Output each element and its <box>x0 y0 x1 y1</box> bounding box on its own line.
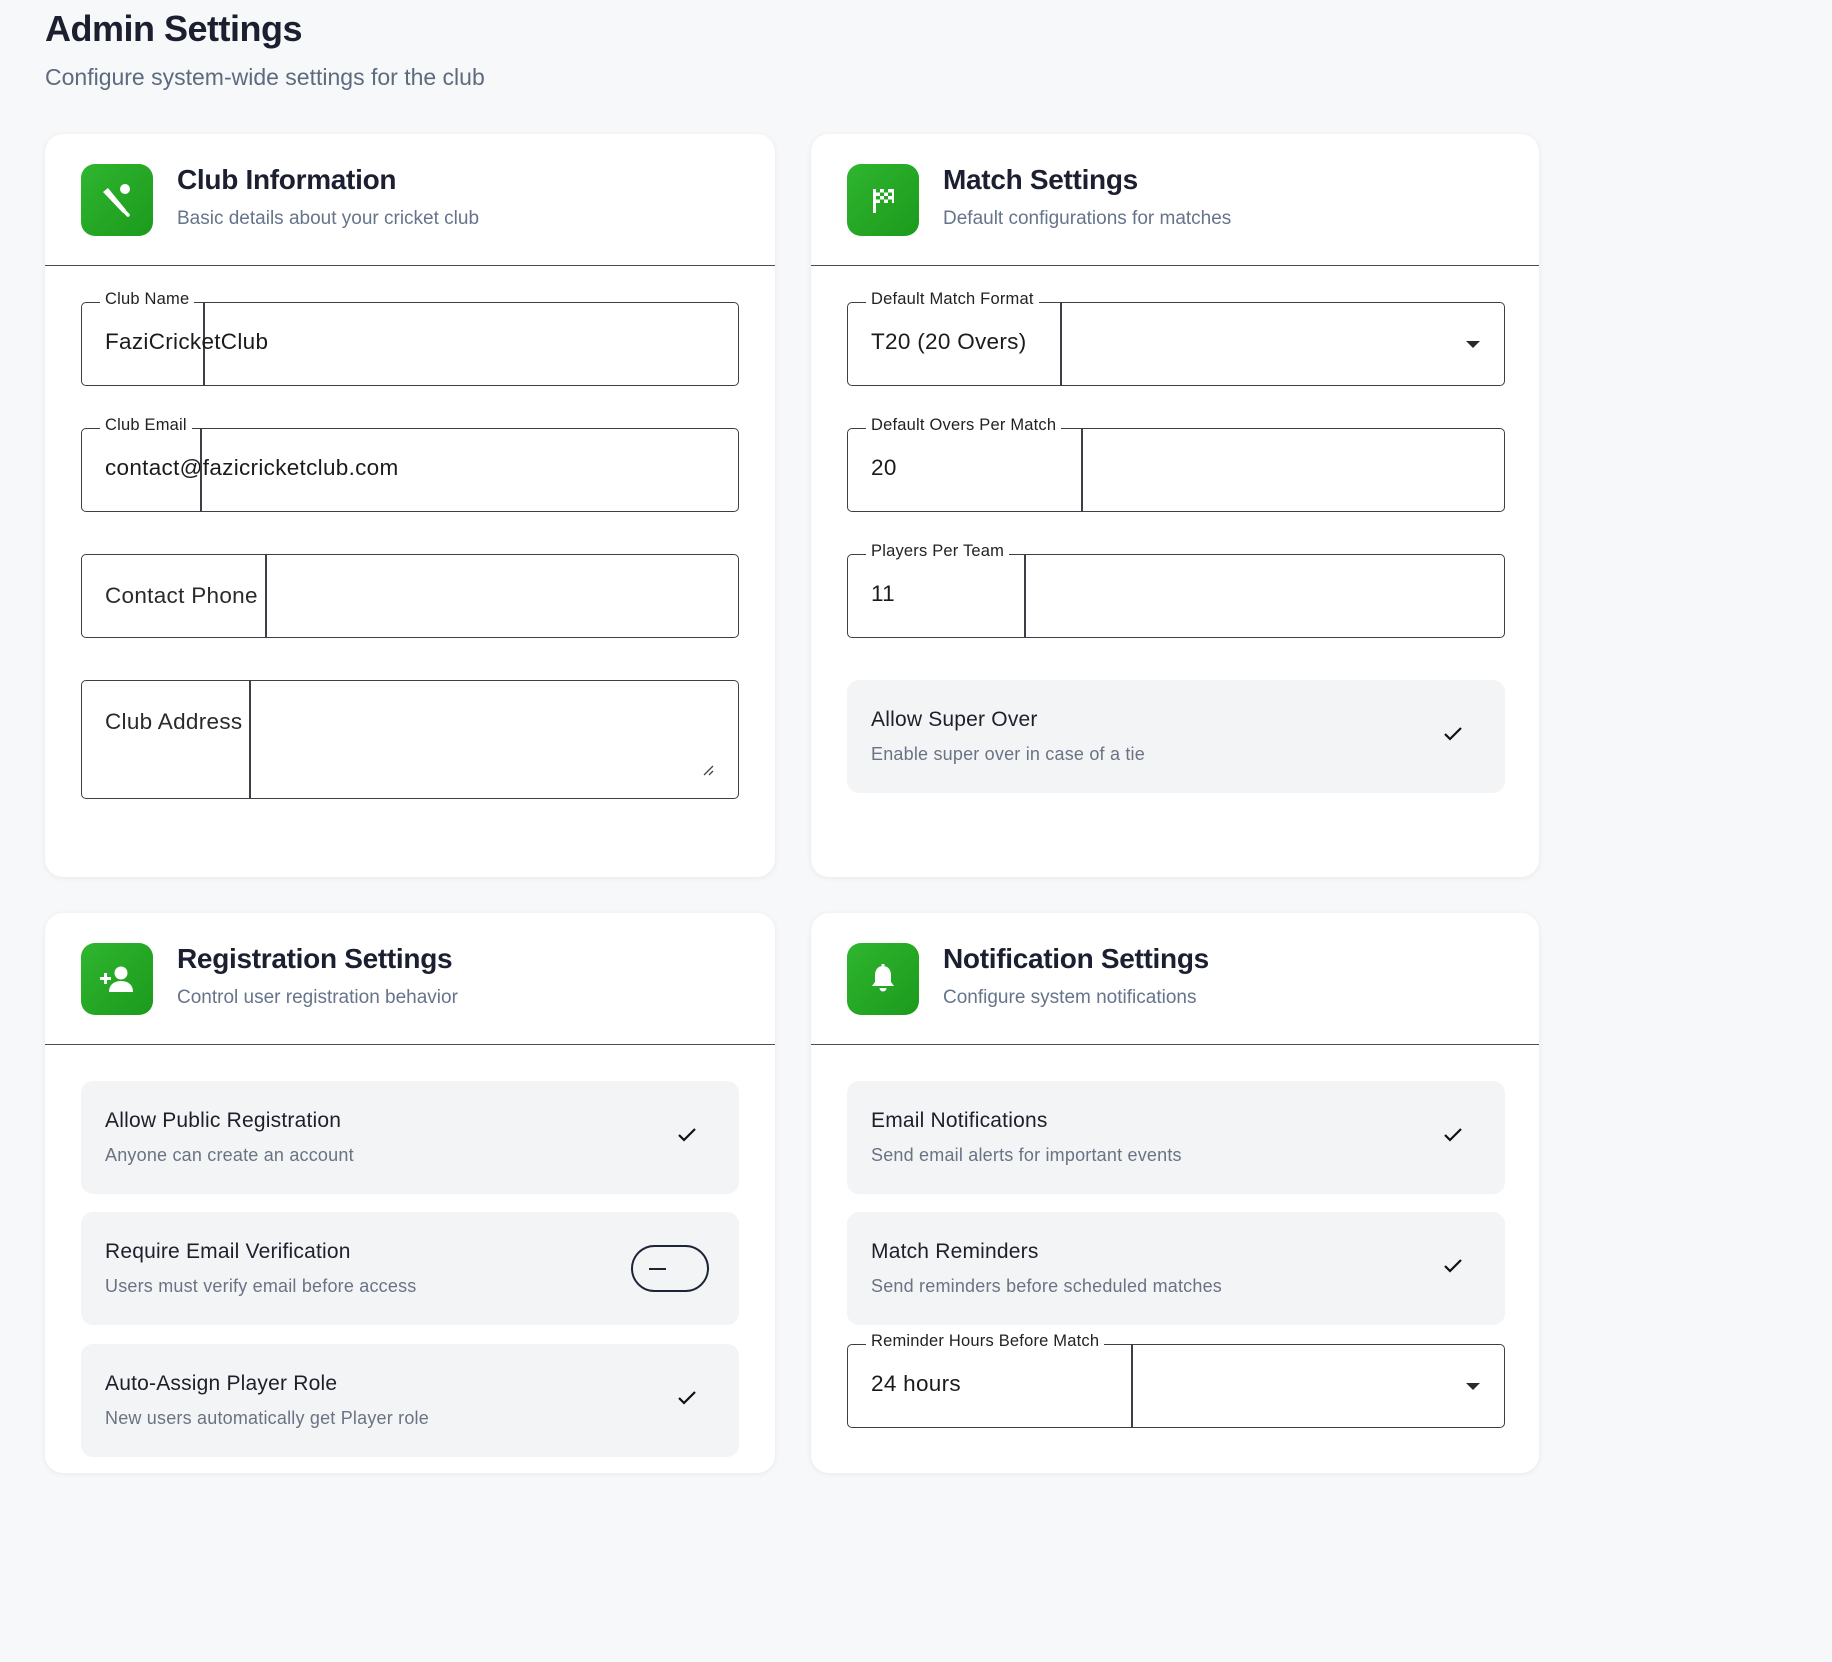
super-over-label: Allow Super Over <box>871 708 1038 731</box>
card-header: Registration Settings Control user regis… <box>45 913 775 1045</box>
overs-per-match-label: Default Overs Per Match <box>866 416 1062 435</box>
auto-assign-role-toggle-row[interactable]: Auto-Assign Player Role New users automa… <box>81 1344 739 1457</box>
card-header: Club Information Basic details about you… <box>45 134 775 266</box>
email-notifications-label: Email Notifications <box>871 1109 1048 1132</box>
match-format-value: T20 (20 Overs) <box>871 329 1027 354</box>
club-name-field[interactable]: Club Name FaziCricketClub <box>81 290 739 386</box>
overs-per-match-field[interactable]: Default Overs Per Match 20 <box>847 416 1505 512</box>
club-email-field[interactable]: Club Email contact@fazicricketclub.com <box>81 416 739 512</box>
card-title: Club Information <box>177 164 397 195</box>
match-reminders-label: Match Reminders <box>871 1240 1039 1263</box>
overs-per-match-value: 20 <box>871 455 897 480</box>
card-header: Match Settings Default configurations fo… <box>811 134 1539 266</box>
email-notifications-description: Send email alerts for important events <box>871 1145 1182 1165</box>
bell-icon <box>847 943 919 1015</box>
card-description: Configure system notifications <box>943 987 1197 1008</box>
club-email-label: Club Email <box>100 416 192 435</box>
match-reminders-toggle-row[interactable]: Match Reminders Send reminders before sc… <box>847 1212 1505 1325</box>
players-per-team-value: 11 <box>871 581 895 606</box>
notification-settings-card: Notification Settings Configure system n… <box>811 913 1539 1473</box>
email-notifications-toggle-row[interactable]: Email Notifications Send email alerts fo… <box>847 1081 1505 1194</box>
email-verification-toggle-row[interactable]: Require Email Verification Users must ve… <box>81 1212 739 1325</box>
checkmark-icon[interactable] <box>677 1390 697 1406</box>
toggle-switch-off[interactable] <box>631 1245 709 1292</box>
match-format-select[interactable]: Default Match Format T20 (20 Overs) <box>847 290 1505 386</box>
checkmark-icon[interactable] <box>1443 1258 1463 1274</box>
reminder-hours-select[interactable]: Reminder Hours Before Match 24 hours <box>847 1332 1505 1428</box>
contact-phone-placeholder: Contact Phone <box>105 583 258 608</box>
page-subtitle: Configure system-wide settings for the c… <box>45 64 485 90</box>
players-per-team-field[interactable]: Players Per Team 11 <box>847 542 1505 638</box>
club-name-label: Club Name <box>100 290 195 309</box>
email-verification-label: Require Email Verification <box>105 1240 351 1263</box>
card-title: Registration Settings <box>177 943 453 974</box>
chevron-down-icon[interactable] <box>1466 341 1480 348</box>
reminder-hours-value: 24 hours <box>871 1371 961 1396</box>
club-name-value: FaziCricketClub <box>105 329 269 354</box>
page-title: Admin Settings <box>45 8 303 49</box>
club-address-field[interactable]: Club Address <box>81 680 739 799</box>
card-description: Basic details about your cricket club <box>177 208 480 229</box>
match-format-label: Default Match Format <box>866 290 1039 309</box>
club-info-card: Club Information Basic details about you… <box>45 134 775 877</box>
public-registration-toggle-row[interactable]: Allow Public Registration Anyone can cre… <box>81 1081 739 1194</box>
checkmark-icon[interactable] <box>1443 1127 1463 1143</box>
card-title: Notification Settings <box>943 943 1209 974</box>
card-description: Default configurations for matches <box>943 208 1232 229</box>
checkmark-icon[interactable] <box>677 1127 697 1143</box>
super-over-toggle-row[interactable]: Allow Super Over Enable super over in ca… <box>847 680 1505 793</box>
public-registration-label: Allow Public Registration <box>105 1109 342 1132</box>
contact-phone-field[interactable]: Contact Phone <box>81 554 739 638</box>
page-header: Admin Settings Configure system-wide set… <box>45 8 485 91</box>
match-settings-card: Match Settings Default configurations fo… <box>811 134 1539 877</box>
email-verification-description: Users must verify email before access <box>105 1276 417 1296</box>
cricket-icon <box>81 164 153 236</box>
match-reminders-description: Send reminders before scheduled matches <box>871 1276 1222 1296</box>
auto-assign-role-description: New users automatically get Player role <box>105 1408 429 1428</box>
auto-assign-role-label: Auto-Assign Player Role <box>105 1372 338 1395</box>
super-over-description: Enable super over in case of a tie <box>871 744 1145 764</box>
chevron-down-icon[interactable] <box>1466 1383 1480 1390</box>
registration-settings-card: Registration Settings Control user regis… <box>45 913 775 1473</box>
club-email-value: contact@fazicricketclub.com <box>105 455 399 480</box>
reminder-hours-label: Reminder Hours Before Match <box>866 1332 1105 1351</box>
club-address-placeholder: Club Address <box>105 709 243 734</box>
players-per-team-label: Players Per Team <box>866 542 1010 561</box>
card-title: Match Settings <box>943 164 1138 195</box>
public-registration-description: Anyone can create an account <box>105 1145 354 1165</box>
checkmark-icon[interactable] <box>1443 726 1463 742</box>
card-description: Control user registration behavior <box>177 987 458 1008</box>
person-add-icon <box>81 943 153 1015</box>
card-header: Notification Settings Configure system n… <box>811 913 1539 1045</box>
resize-handle-icon[interactable] <box>702 764 714 776</box>
checkered-flag-icon <box>847 164 919 236</box>
